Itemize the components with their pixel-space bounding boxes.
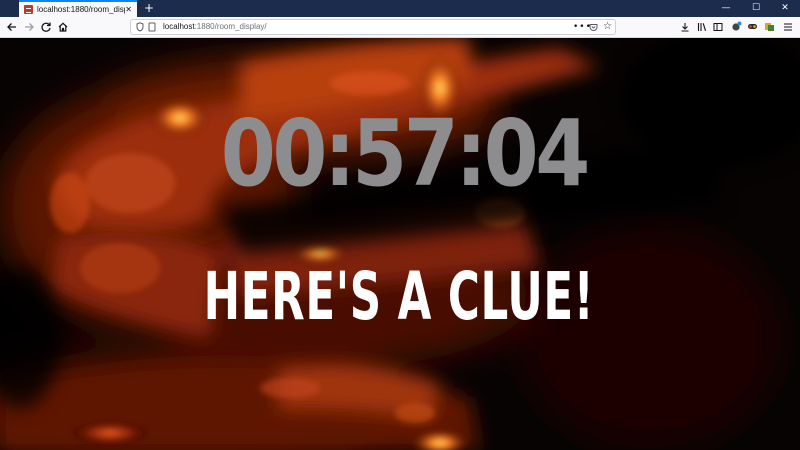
back-arrow-icon bbox=[7, 23, 16, 31]
new-tab-button[interactable]: + bbox=[142, 1, 156, 15]
downloads-button[interactable] bbox=[678, 19, 692, 35]
extension-button-1[interactable] bbox=[729, 19, 743, 35]
extension-button-2[interactable] bbox=[745, 19, 759, 35]
home-icon bbox=[58, 22, 68, 32]
download-icon bbox=[681, 23, 689, 32]
library-button[interactable] bbox=[695, 19, 709, 35]
room-display-page: 00:57:04 HERE'S A CLUE! bbox=[0, 38, 800, 450]
reload-button[interactable] bbox=[38, 19, 54, 35]
url-path: :1880/room_display/ bbox=[194, 22, 267, 31]
window-close-button[interactable]: ✕ bbox=[770, 0, 800, 17]
extension-icon bbox=[731, 21, 741, 31]
browser-window: localhost:1880/room_display/ ✕ + — ☐ ✕ bbox=[0, 0, 800, 450]
tab-strip: localhost:1880/room_display/ ✕ + — ☐ ✕ bbox=[0, 0, 800, 17]
forward-button[interactable] bbox=[21, 19, 37, 35]
tab-title: localhost:1880/room_display/ bbox=[37, 5, 125, 14]
extension-icon bbox=[764, 23, 774, 31]
url-text[interactable]: localhost:1880/room_display/ bbox=[163, 20, 267, 34]
maximize-button[interactable]: ☐ bbox=[741, 0, 771, 17]
pocket-icon[interactable] bbox=[589, 20, 598, 37]
page-info-icon[interactable] bbox=[148, 20, 156, 37]
shield-icon[interactable] bbox=[136, 20, 144, 37]
close-icon[interactable]: ✕ bbox=[125, 5, 132, 14]
reload-icon bbox=[41, 22, 51, 32]
node-red-icon bbox=[24, 5, 33, 14]
minimize-button[interactable]: — bbox=[711, 0, 741, 17]
sidebar-button[interactable] bbox=[711, 19, 725, 35]
countdown-timer: 00:57:04 bbox=[220, 100, 591, 207]
navigation-toolbar: localhost:1880/room_display/ ••• ☆ bbox=[0, 17, 800, 38]
forward-arrow-icon bbox=[25, 23, 34, 31]
menu-button[interactable] bbox=[781, 19, 795, 35]
hamburger-menu-icon bbox=[784, 23, 792, 31]
sidebar-icon bbox=[713, 23, 723, 31]
tab-room-display[interactable]: localhost:1880/room_display/ ✕ bbox=[19, 0, 137, 17]
bookmark-star-icon[interactable]: ☆ bbox=[603, 20, 612, 34]
url-bar[interactable]: localhost:1880/room_display/ ••• ☆ bbox=[130, 19, 616, 35]
extension-button-3[interactable] bbox=[762, 19, 776, 35]
extension-icon bbox=[747, 24, 757, 29]
home-button[interactable] bbox=[55, 19, 71, 35]
clue-message: HERE'S A CLUE! bbox=[203, 258, 595, 335]
back-button[interactable] bbox=[4, 19, 20, 35]
url-host: localhost bbox=[163, 22, 195, 31]
library-icon bbox=[697, 23, 707, 31]
